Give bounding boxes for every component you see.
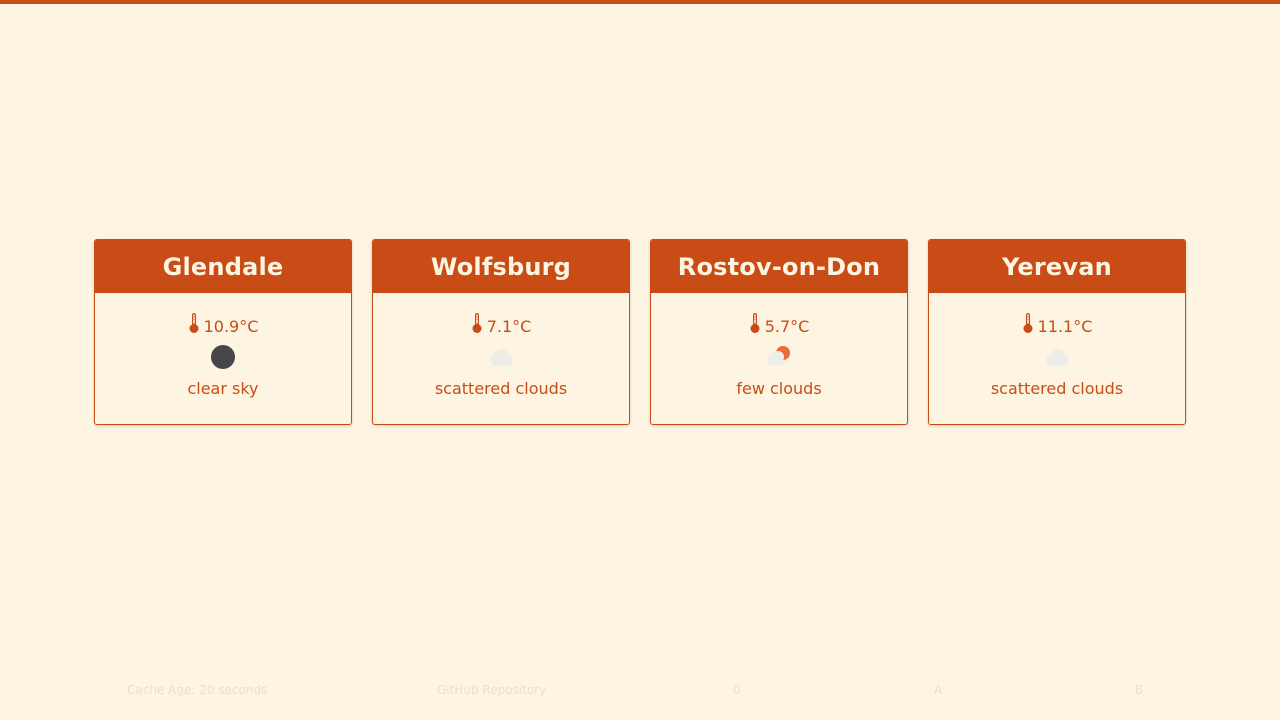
temperature-row: 5.7°C	[749, 310, 810, 336]
weather-card-wolfsburg: Wolfsburg 7.1°C scattered clouds	[372, 239, 630, 425]
temperature-value: 5.7°C	[764, 317, 810, 336]
card-body: 10.9°C clear sky	[95, 293, 351, 399]
weather-description: scattered clouds	[990, 379, 1124, 398]
weather-cards: Glendale 10.9°C clear sky Wolfsburg 7.1°…	[94, 239, 1186, 425]
temperature-value: 10.9°C	[203, 317, 259, 336]
city-name: Rostov-on-Don	[651, 240, 907, 293]
github-repository-link[interactable]: GitHub Repository	[437, 683, 546, 697]
weather-description: few clouds	[736, 379, 822, 398]
card-body: 7.1°C scattered clouds	[373, 293, 629, 399]
thermometer-icon	[749, 312, 761, 334]
city-name: Wolfsburg	[373, 240, 629, 293]
top-accent-bar	[0, 0, 1280, 4]
clear-sky-icon	[206, 344, 240, 370]
thermometer-icon	[188, 312, 200, 334]
footer: Cache Age: 20 seconds GitHub Repository …	[0, 683, 1280, 699]
weather-description: clear sky	[187, 379, 259, 398]
temperature-value: 7.1°C	[486, 317, 532, 336]
card-body: 5.7°C few clouds	[651, 293, 907, 399]
card-body: 11.1°C scattered clouds	[929, 293, 1185, 399]
footer-item-b: B	[1135, 683, 1144, 697]
temperature-value: 11.1°C	[1037, 317, 1093, 336]
thermometer-icon	[471, 312, 483, 334]
weather-card-rostov-on-don: Rostov-on-Don 5.7°C few clouds	[650, 239, 908, 425]
thermometer-icon	[1022, 312, 1034, 334]
scattered-clouds-icon	[1040, 344, 1074, 370]
city-name: Glendale	[95, 240, 351, 293]
temperature-row: 10.9°C	[188, 310, 259, 336]
cache-age-text: Cache Age: 20 seconds	[127, 683, 268, 697]
temperature-row: 11.1°C	[1022, 310, 1093, 336]
weather-card-yerevan: Yerevan 11.1°C scattered clouds	[928, 239, 1186, 425]
few-clouds-icon	[762, 344, 796, 370]
footer-item-0: 0	[733, 683, 741, 697]
weather-card-glendale: Glendale 10.9°C clear sky	[94, 239, 352, 425]
footer-item-a: A	[934, 683, 943, 697]
scattered-clouds-icon	[484, 344, 518, 370]
temperature-row: 7.1°C	[471, 310, 532, 336]
city-name: Yerevan	[929, 240, 1185, 293]
weather-description: scattered clouds	[434, 379, 568, 398]
